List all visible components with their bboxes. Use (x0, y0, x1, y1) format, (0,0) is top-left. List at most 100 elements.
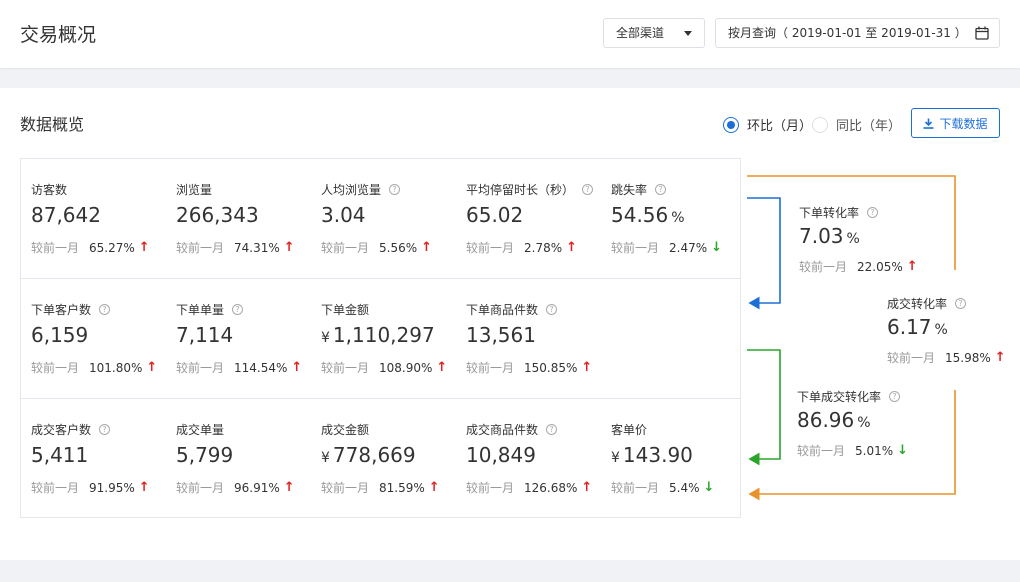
compare-label: 较前一月 (466, 361, 515, 375)
metric-value: ¥778,669 (321, 443, 416, 467)
metric-comparison: 较前一月 91.95% ↑ (31, 479, 150, 496)
compare-label: 较前一月 (611, 481, 660, 495)
metric-value-text: 87,642 (31, 203, 101, 227)
help-icon[interactable]: ? (99, 304, 111, 315)
metric-comparison: 较前一月 65.27% ↑ (31, 239, 150, 256)
download-icon (923, 118, 934, 129)
metric-comparison: 较前一月 81.59% ↑ (321, 479, 440, 496)
change-value: 126.68% (524, 480, 578, 495)
metric-comparison: 较前一月 74.31% ↑ (176, 239, 295, 256)
metric-label: 成交金额 (321, 421, 369, 438)
compare-label: 较前一月 (321, 361, 370, 375)
compare-label: 较前一月 (321, 241, 370, 255)
help-icon[interactable]: ? (955, 298, 967, 309)
metric-label: 访客数 (31, 181, 67, 198)
channel-select[interactable]: 全部渠道 (603, 18, 705, 48)
metric-value: 266,343 (176, 203, 259, 227)
metric-label: 下单成交转化率? (797, 388, 901, 405)
change-value: 5.4% (669, 480, 700, 495)
download-data-button[interactable]: 下载数据 (911, 108, 1000, 138)
metric-card: 下单客户数? 6,159 较前一月 101.80% ↑ (31, 279, 176, 398)
metric-card: 浏览量 266,343 较前一月 74.31% ↑ (176, 159, 321, 278)
metric-card: 成交金额 ¥778,669 较前一月 81.59% ↑ (321, 399, 466, 518)
metric-label-text: 平均停留时长（秒） (466, 183, 575, 197)
metric-value: 6,159 (31, 323, 88, 347)
metric-card: 人均浏览量? 3.04 较前一月 5.56% ↑ (321, 159, 466, 278)
metric-comparison: 较前一月 22.05% ↑ (799, 258, 918, 275)
metric-label-text: 成交转化率 (887, 297, 948, 311)
radio-year-over-year[interactable]: 同比（年） (812, 115, 901, 134)
metric-label: 客单价 (611, 421, 647, 438)
help-icon[interactable]: ? (99, 424, 111, 435)
compare-label: 较前一月 (887, 351, 936, 365)
metric-value-text: 6,159 (31, 323, 89, 347)
compare-label: 较前一月 (797, 444, 846, 458)
metric-value: 10,849 (466, 443, 536, 467)
metric-value-text: 86.96 (797, 408, 855, 432)
metric-label-text: 成交金额 (321, 423, 370, 437)
order-conversion-metric: 下单转化率? 7.03% 较前一月 22.05% ↑ (799, 204, 959, 284)
metric-label-text: 下单单量 (176, 303, 225, 317)
help-icon[interactable]: ? (389, 184, 401, 195)
help-icon[interactable]: ? (582, 184, 594, 195)
radio-yoy-label: 同比（年） (836, 119, 902, 134)
compare-label: 较前一月 (176, 361, 225, 375)
metric-label: 成交单量 (176, 421, 224, 438)
radio-month-over-month[interactable]: 环比（月） (723, 115, 812, 134)
metric-value-text: 3.04 (321, 203, 366, 227)
metric-comparison: 较前一月 5.01% ↓ (797, 442, 908, 459)
metric-unit: % (934, 322, 948, 338)
arrow-down-icon: ↓ (703, 480, 715, 495)
compare-label: 较前一月 (321, 481, 370, 495)
order-deal-conversion-metric: 下单成交转化率? 86.96% 较前一月 5.01% ↓ (797, 388, 957, 468)
metric-value-text: 1,110,297 (332, 323, 435, 347)
metric-card: 访客数 87,642 较前一月 65.27% ↑ (31, 159, 176, 278)
date-range-picker[interactable]: 按月查询（ 2019-01-01 至 2019-01-31 ） (715, 18, 1000, 48)
compare-label: 较前一月 (31, 241, 80, 255)
metric-comparison: 较前一月 126.68% ↑ (466, 479, 592, 496)
help-icon[interactable]: ? (232, 304, 244, 315)
metric-comparison: 较前一月 2.47% ↓ (611, 239, 722, 256)
metric-card: 平均停留时长（秒）? 65.02 较前一月 2.78% ↑ (466, 159, 611, 278)
metric-label-text: 成交客户数 (31, 423, 92, 437)
header-bar: 交易概况 全部渠道 按月查询（ 2019-01-01 至 2019-01-31 … (0, 0, 1020, 68)
metric-card: 成交商品件数? 10,849 较前一月 126.68% ↑ (466, 399, 611, 518)
compare-label: 较前一月 (466, 241, 515, 255)
metric-label-text: 成交商品件数 (466, 423, 539, 437)
metric-value-text: 65.02 (466, 203, 524, 227)
metric-label-text: 跳失率 (611, 183, 648, 197)
compare-label: 较前一月 (466, 481, 515, 495)
radio-mom-label: 环比（月） (747, 119, 813, 134)
metric-value: 5,411 (31, 443, 88, 467)
arrow-up-icon: ↑ (138, 480, 150, 495)
currency-symbol: ¥ (321, 450, 330, 466)
metric-value: ¥143.90 (611, 443, 693, 467)
metric-label-text: 客单价 (611, 423, 648, 437)
metric-card: 下单商品件数? 13,561 较前一月 150.85% ↑ (466, 279, 611, 398)
help-icon[interactable]: ? (889, 391, 901, 402)
help-icon[interactable]: ? (655, 184, 667, 195)
metric-label: 下单商品件数? (466, 301, 558, 318)
compare-label: 较前一月 (31, 361, 80, 375)
metric-value-text: 10,849 (466, 443, 536, 467)
metric-label: 下单金额 (321, 301, 369, 318)
help-icon[interactable]: ? (546, 304, 558, 315)
metric-label-text: 成交单量 (176, 423, 225, 437)
metric-label-text: 下单客户数 (31, 303, 92, 317)
order-row: 下单客户数? 6,159 较前一月 101.80% ↑ 下单单量? 7,114 较前一月 114… (21, 278, 740, 398)
panel-title: 数据概览 (20, 115, 85, 134)
traffic-row: 访客数 87,642 较前一月 65.27% ↑ 浏览量 266,343 较前一月 74.31%… (21, 159, 740, 278)
metric-card: 客单价 ¥143.90 较前一月 5.4% ↓ (611, 399, 756, 518)
arrow-up-icon: ↑ (566, 240, 578, 255)
arrow-up-icon: ↑ (906, 259, 918, 274)
metric-comparison: 较前一月 5.4% ↓ (611, 479, 714, 496)
metric-value: 65.02 (466, 203, 523, 227)
change-value: 22.05% (857, 259, 903, 274)
arrow-up-icon: ↑ (283, 240, 295, 255)
help-icon[interactable]: ? (867, 207, 879, 218)
help-icon[interactable]: ? (546, 424, 558, 435)
metric-value: 3.04 (321, 203, 366, 227)
metric-value: 86.96% (797, 408, 871, 432)
arrow-up-icon: ↑ (581, 360, 593, 375)
arrow-down-icon: ↓ (711, 240, 723, 255)
